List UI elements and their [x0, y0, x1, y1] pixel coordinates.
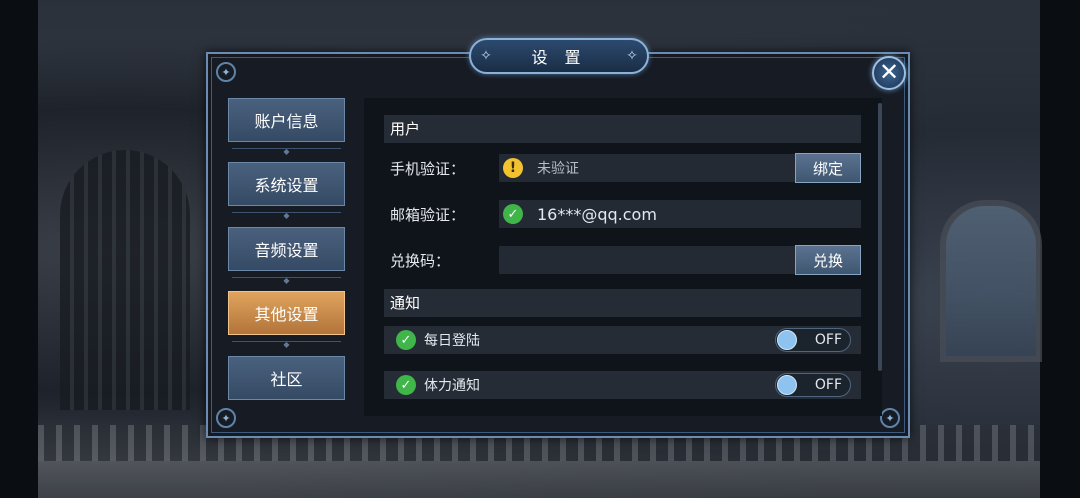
redeem-code-input[interactable]: [499, 246, 795, 274]
check-icon: ✓: [396, 375, 416, 395]
nav-system-settings[interactable]: 系统设置: [228, 162, 345, 206]
redeem-button-label: 兑换: [812, 251, 843, 270]
nav-label: 其他设置: [254, 305, 319, 324]
notify-label: 每日登陆: [424, 333, 480, 349]
nav-label: 音频设置: [254, 241, 319, 260]
bind-button-label: 绑定: [812, 159, 843, 178]
nav-divider: ◆: [232, 341, 341, 349]
notify-row-daily-login: ✓ 每日登陆 OFF: [384, 326, 861, 354]
background-window: [940, 200, 1042, 362]
email-verify-label: 邮箱验证：: [390, 206, 466, 224]
daily-login-toggle[interactable]: OFF: [775, 328, 851, 352]
background-arch: [60, 150, 190, 410]
nav-label: 账户信息: [254, 112, 319, 131]
notify-row-stamina: ✓ 体力通知 OFF: [384, 371, 861, 399]
scrollbar[interactable]: [878, 103, 882, 371]
corner-ornament-icon: ✦: [880, 408, 900, 428]
toggle-state: OFF: [814, 332, 842, 348]
phone-verify-label: 手机验证：: [390, 160, 466, 178]
phone-verify-field: ! 未验证: [499, 154, 795, 182]
close-icon: ✕: [878, 58, 900, 86]
email-verify-field: ✓ 16***@qq.com: [499, 200, 861, 228]
nav-label: 社区: [270, 370, 303, 389]
nav-account-info[interactable]: 账户信息: [228, 98, 345, 142]
toggle-knob: [777, 375, 797, 395]
stamina-notify-toggle[interactable]: OFF: [775, 373, 851, 397]
nav-community[interactable]: 社区: [228, 356, 345, 400]
notify-label: 体力通知: [424, 378, 480, 394]
corner-ornament-icon: ✦: [216, 408, 236, 428]
title-ornament-icon: ✧: [480, 48, 492, 64]
section-header-user: 用户: [384, 115, 861, 143]
corner-ornament-icon: ✦: [216, 62, 236, 82]
email-value: 16***@qq.com: [537, 204, 657, 224]
nav-other-settings[interactable]: 其他设置: [228, 291, 345, 335]
bind-phone-button[interactable]: 绑定: [795, 153, 861, 183]
close-button[interactable]: ✕: [872, 56, 906, 90]
phone-status-text: 未验证: [537, 161, 579, 177]
check-icon: ✓: [503, 204, 523, 224]
redeem-button[interactable]: 兑换: [795, 245, 861, 275]
warning-icon: !: [503, 158, 523, 178]
nav-audio-settings[interactable]: 音频设置: [228, 227, 345, 271]
check-icon: ✓: [396, 330, 416, 350]
toggle-state: OFF: [814, 377, 842, 393]
nav-divider: ◆: [232, 148, 341, 156]
toggle-knob: [777, 330, 797, 350]
title-ornament-icon: ✧: [626, 48, 638, 64]
redeem-code-label: 兑换码：: [390, 252, 451, 270]
background-floor: [38, 461, 1040, 498]
dialog-title: 设 置: [531, 48, 587, 67]
nav-label: 系统设置: [254, 176, 319, 195]
nav-divider: ◆: [232, 277, 341, 285]
nav-divider: ◆: [232, 212, 341, 220]
dialog-title-tab: ✧ 设 置 ✧: [469, 38, 649, 74]
section-header-notify: 通知: [384, 289, 861, 317]
